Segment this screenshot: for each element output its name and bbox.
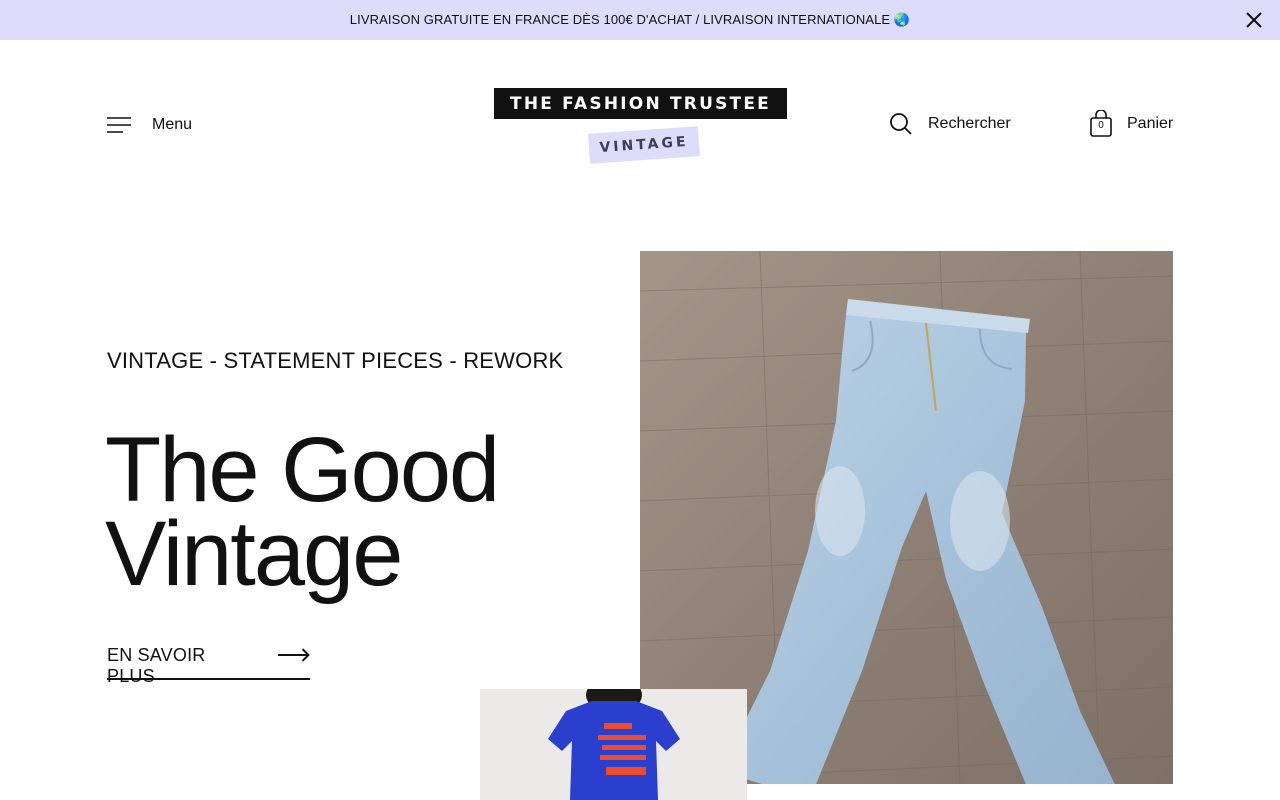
search-label: Rechercher: [928, 115, 1011, 132]
site-logo[interactable]: THE FASHION TRUSTEE VINTAGE: [494, 88, 787, 168]
logo-wordmark: THE FASHION TRUSTEE: [494, 88, 787, 119]
close-icon[interactable]: [1244, 10, 1264, 30]
cart-label: Panier: [1127, 115, 1174, 132]
hero-title-line2: Vintage: [105, 503, 403, 605]
shopping-bag-icon: 0: [1089, 109, 1113, 138]
search-icon: [890, 113, 912, 135]
hero-title: The Good Vintage: [105, 424, 605, 600]
hamburger-icon: [107, 117, 131, 133]
announcement-bar: LIVRAISON GRATUITE EN FRANCE DÈS 100€ D'…: [0, 0, 1280, 40]
learn-more-button[interactable]: EN SAVOIR PLUS: [107, 642, 310, 686]
logo-subtitle: VINTAGE: [588, 126, 700, 164]
menu-label: Menu: [152, 116, 193, 133]
cart-button[interactable]: 0 Panier: [1089, 109, 1174, 138]
arrow-right-icon: [277, 648, 310, 662]
search-button[interactable]: Rechercher: [889, 112, 1011, 136]
announcement-text: LIVRAISON GRATUITE EN FRANCE DÈS 100€ D'…: [349, 12, 911, 27]
learn-more-label: EN SAVOIR PLUS: [107, 645, 206, 686]
cart-count: 0: [1098, 120, 1104, 131]
product-image-tshirt[interactable]: [480, 689, 747, 800]
menu-button[interactable]: Menu: [107, 116, 192, 134]
hero-tagline: VINTAGE - STATEMENT PIECES - REWORK: [107, 348, 564, 373]
site-header: Menu THE FASHION TRUSTEE VINTAGE Recherc…: [0, 40, 1280, 210]
